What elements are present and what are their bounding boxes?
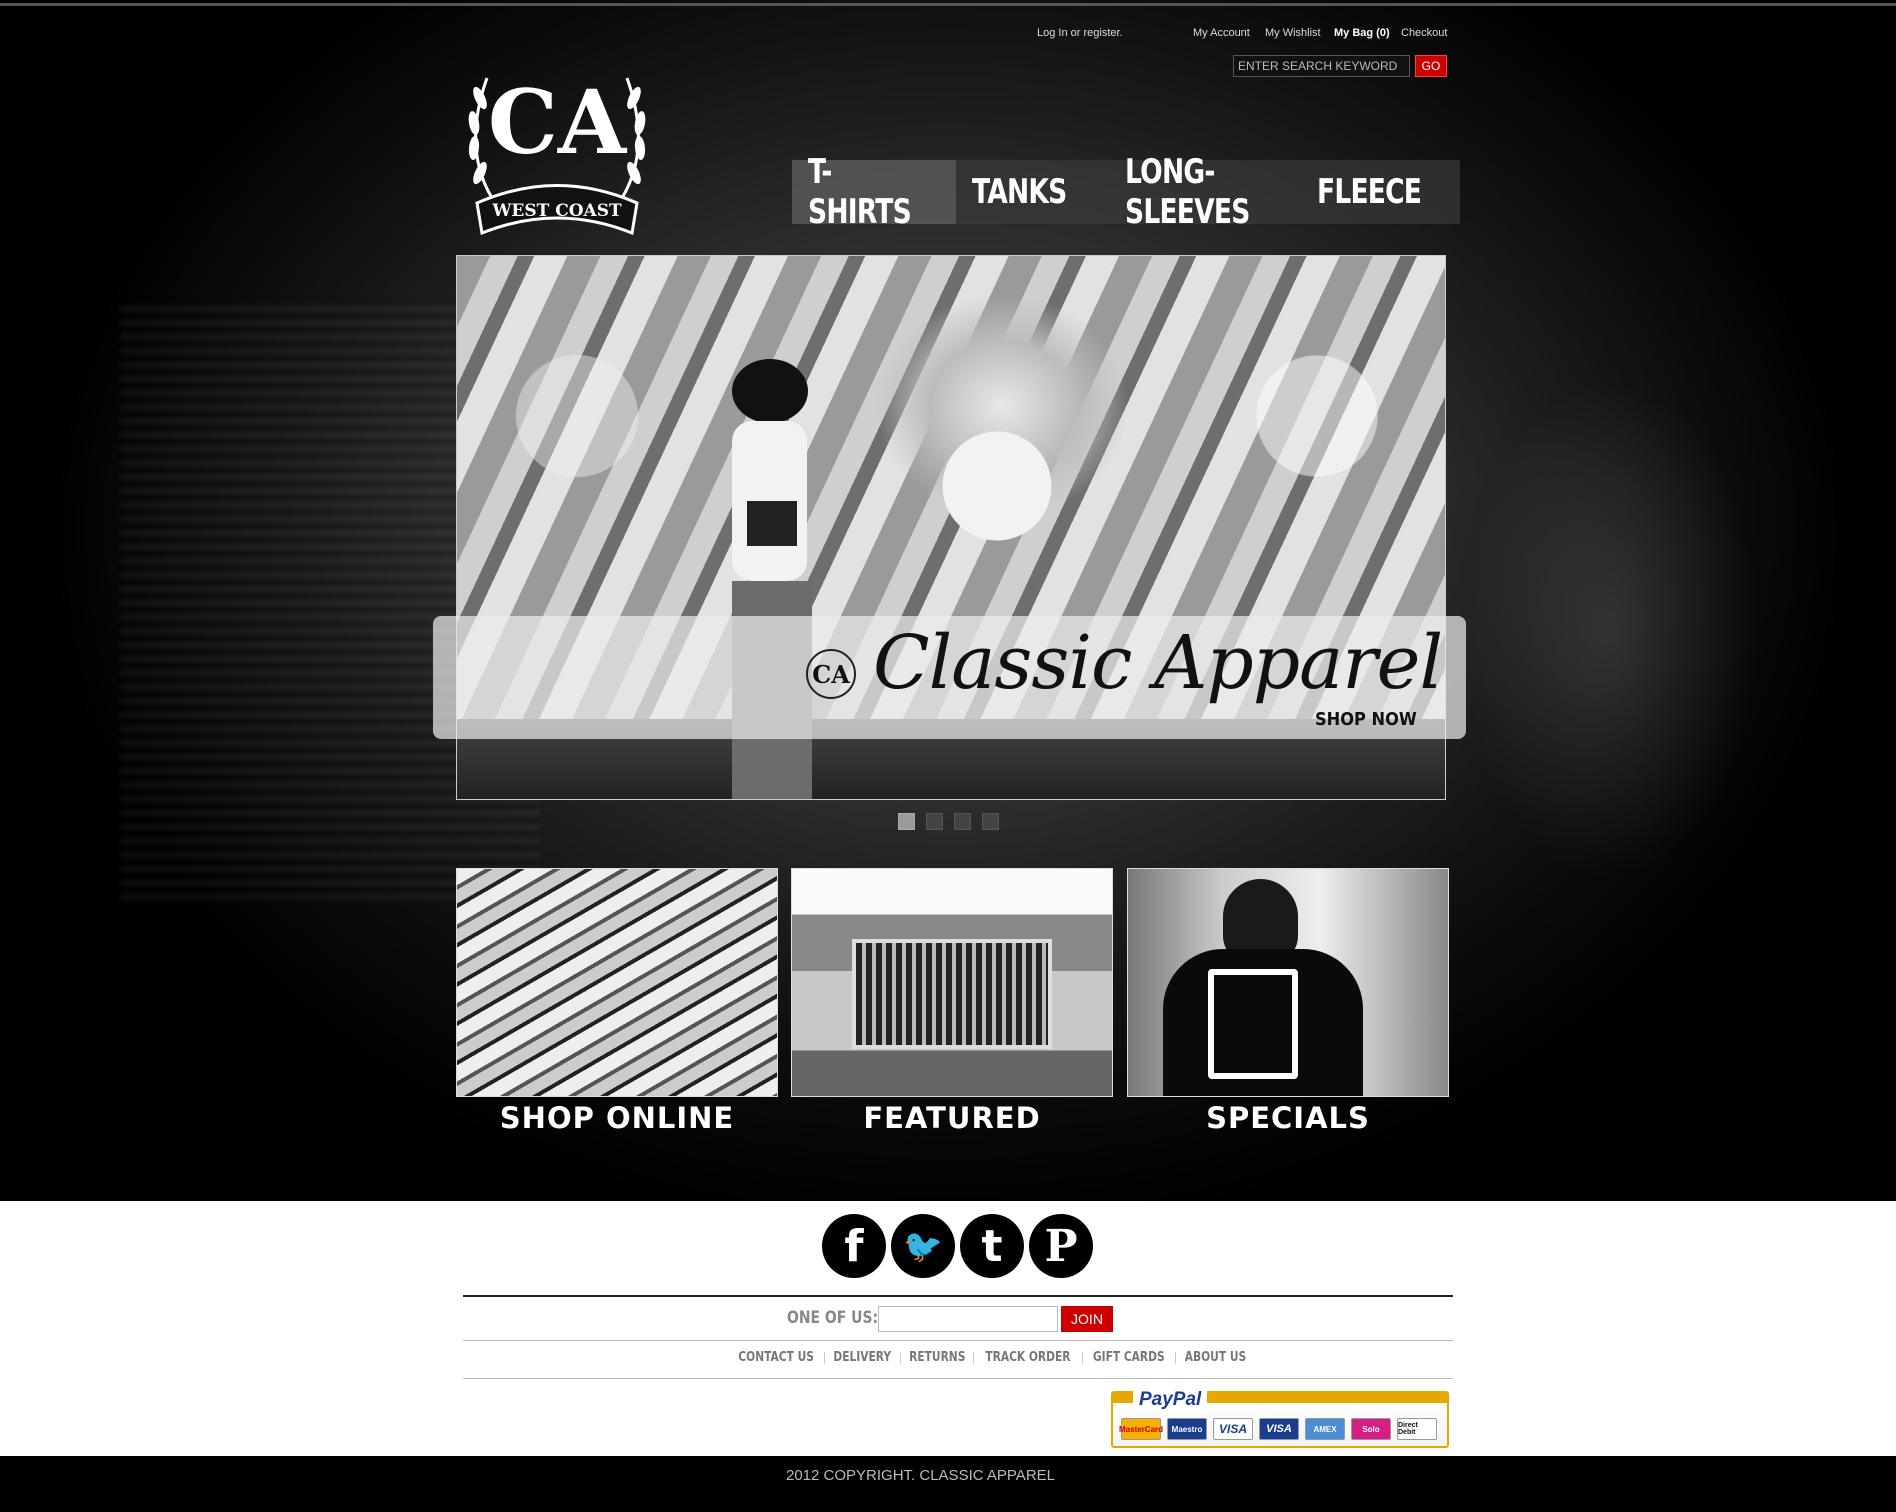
visa-electron-icon: VISA <box>1259 1418 1299 1440</box>
slider-caption-banner[interactable]: CA Classic Apparel SHOP NOW <box>433 616 1466 739</box>
paypal-logo: PayPal <box>1133 1389 1208 1411</box>
checkout-link[interactable]: Checkout <box>1401 27 1447 39</box>
specials-tile[interactable] <box>1127 868 1449 1097</box>
nav-tshirts[interactable]: T-SHIRTS <box>792 152 956 232</box>
top-border <box>0 3 1896 6</box>
track-order-link[interactable]: TRACK ORDER <box>986 1350 1071 1365</box>
category-nav: T-SHIRTS TANKS LONG-SLEEVES FLEECE <box>792 152 1460 232</box>
amex-icon: AMEX <box>1305 1418 1345 1440</box>
caption-logo: CA <box>806 649 856 699</box>
shop-online-label[interactable]: SHOP ONLINE <box>456 1101 778 1135</box>
twitter-glyph: 🐦 <box>903 1227 943 1265</box>
mastercard-icon: MasterCard <box>1119 1418 1163 1440</box>
nav-label: TANKS <box>971 172 1067 212</box>
direct-debit-icon: Direct Debit <box>1397 1418 1437 1440</box>
my-bag-link[interactable]: My Bag (0) <box>1334 27 1390 39</box>
facebook-glyph: f <box>844 1220 864 1272</box>
shirt-graphic <box>1208 969 1298 1079</box>
about-us-link[interactable]: ABOUT US <box>1184 1350 1245 1365</box>
gift-cards-link[interactable]: GIFT CARDS <box>1093 1350 1165 1365</box>
slider-dot-1[interactable] <box>898 813 915 830</box>
tumblr-glyph: t <box>981 1220 1003 1272</box>
featured-tile[interactable] <box>791 868 1113 1097</box>
nav-label: LONG-SLEEVES <box>1125 152 1250 232</box>
nav-long-sleeves[interactable]: LONG-SLEEVES <box>1109 152 1301 232</box>
link-separator <box>1174 1351 1176 1364</box>
car-grille <box>852 939 1052 1049</box>
nav-fleece[interactable]: FLEECE <box>1301 160 1467 224</box>
nav-label: FLEECE <box>1316 172 1422 212</box>
tumblr-icon[interactable]: t <box>960 1214 1024 1278</box>
pinterest-glyph: P <box>1044 1220 1078 1272</box>
specials-label[interactable]: SPECIALS <box>1127 1101 1449 1135</box>
search-go-button[interactable]: GO <box>1415 55 1447 77</box>
login-link[interactable]: Log In or register. <box>1037 27 1123 39</box>
logo-banner-text: WEST COAST <box>491 201 622 221</box>
returns-link[interactable]: RETURNS <box>909 1350 965 1365</box>
contact-us-link[interactable]: CONTACT US <box>738 1350 814 1365</box>
caption-logo-monogram: CA <box>812 660 850 689</box>
delivery-link[interactable]: DELIVERY <box>834 1350 892 1365</box>
footer-divider <box>463 1378 1453 1379</box>
slider-dot-2[interactable] <box>926 813 943 830</box>
my-wishlist-link[interactable]: My Wishlist <box>1265 27 1321 39</box>
slider-pagination <box>898 813 999 830</box>
newsletter-label: ONE OF US: <box>787 1308 879 1328</box>
nav-tanks[interactable]: TANKS <box>956 160 1109 224</box>
link-separator <box>899 1351 901 1364</box>
card-logos: MasterCard Maestro VISA VISA AMEX Solo D… <box>1119 1418 1437 1440</box>
maestro-icon: Maestro <box>1167 1418 1207 1440</box>
slider-dot-3[interactable] <box>954 813 971 830</box>
featured-label[interactable]: FEATURED <box>791 1101 1113 1135</box>
visa-icon: VISA <box>1213 1418 1253 1440</box>
twitter-icon[interactable]: 🐦 <box>891 1214 955 1278</box>
my-account-link[interactable]: My Account <box>1193 27 1250 39</box>
link-separator <box>824 1351 826 1364</box>
copyright-bar <box>0 1456 1896 1512</box>
nav-label: T-SHIRTS <box>808 152 912 232</box>
solo-icon: Solo <box>1351 1418 1391 1440</box>
copyright-text: 2012 COPYRIGHT. CLASSIC APPAREL <box>786 1467 1055 1484</box>
footer-divider <box>463 1340 1453 1341</box>
slider-dot-4[interactable] <box>982 813 999 830</box>
facebook-icon[interactable]: f <box>822 1214 886 1278</box>
site-logo[interactable]: CA WEST COAST <box>452 38 662 248</box>
footer-links: CONTACT US DELIVERY RETURNS TRACK ORDER … <box>730 1350 1253 1365</box>
shop-now-link[interactable]: SHOP NOW <box>1315 709 1417 730</box>
newsletter-email-input[interactable] <box>878 1306 1058 1332</box>
pinterest-icon[interactable]: P <box>1029 1214 1093 1278</box>
shop-online-tile[interactable] <box>456 868 778 1097</box>
search-input[interactable] <box>1233 55 1410 77</box>
caption-script-title: Classic Apparel <box>873 620 1443 706</box>
footer-divider <box>463 1295 1453 1297</box>
logo-monogram: CA <box>488 70 628 174</box>
link-separator <box>1082 1351 1084 1364</box>
link-separator <box>973 1351 975 1364</box>
payment-methods-badge: PayPal MasterCard Maestro VISA VISA AMEX… <box>1111 1389 1449 1448</box>
newsletter-join-button[interactable]: JOIN <box>1061 1306 1113 1332</box>
